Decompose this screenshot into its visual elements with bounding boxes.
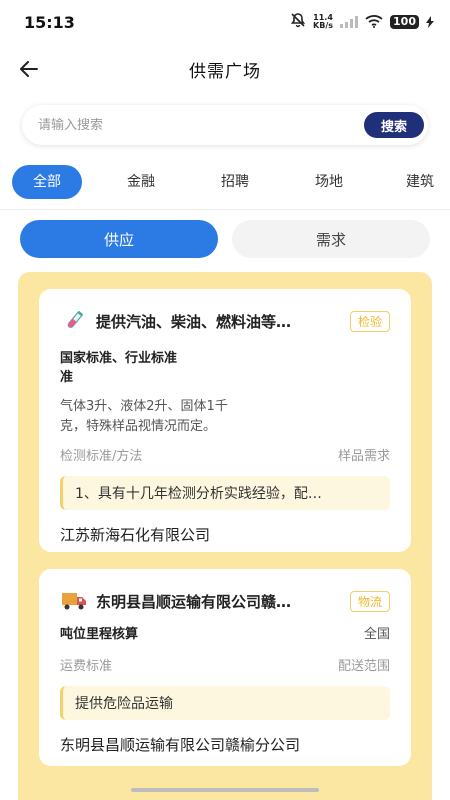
card-title: 提供汽油、柴油、燃料油等… xyxy=(96,312,292,331)
field-label: 配送范围 xyxy=(337,659,390,674)
search-bar: 搜索 xyxy=(22,105,428,145)
home-indicator[interactable] xyxy=(131,788,319,792)
range-value: 全国 xyxy=(363,627,390,642)
tab-supply[interactable]: 供应 xyxy=(20,220,218,258)
tab-venue[interactable]: 场地 xyxy=(315,165,343,199)
category-tag: 检验 xyxy=(349,310,390,332)
signal-icon xyxy=(340,13,359,32)
tab-all[interactable]: 全部 xyxy=(12,165,82,199)
charging-icon xyxy=(426,13,434,32)
search-input[interactable] xyxy=(38,117,364,133)
sample-line: 气体3升、液体2升、固体1千 xyxy=(60,399,228,414)
tab-demand[interactable]: 需求 xyxy=(232,220,430,258)
status-time: 15:13 xyxy=(24,12,75,32)
sample-value: 气体3升、液体2升、固体1千 克，特殊样品视情况而定。 xyxy=(60,397,390,437)
category-tabs: 全部 金融 招聘 场地 建筑 xyxy=(12,163,434,201)
field-label: 样品需求 xyxy=(337,449,390,464)
category-tag: 物流 xyxy=(349,590,390,612)
description-note: 1、具有十几年检测分析实践经验，配… xyxy=(60,476,390,510)
divider xyxy=(0,209,450,210)
nav-bar: 供需广场 xyxy=(0,44,450,94)
listing-card[interactable]: 东明县昌顺运输有限公司赣… 物流 吨位里程核算 全国 运费标准 配送范围 提供危… xyxy=(39,569,411,766)
search-button[interactable]: 搜索 xyxy=(364,112,424,138)
tab-construction[interactable]: 建筑 xyxy=(406,165,434,199)
sample-line: 克，特殊样品视情况而定。 xyxy=(60,419,217,434)
card-values: 吨位里程核算 全国 xyxy=(60,625,390,645)
mute-bell-icon xyxy=(290,12,306,32)
card-labels: 运费标准 配送范围 xyxy=(60,655,390,674)
net-speed: 11.4 KB/s xyxy=(313,14,333,30)
delivery-truck-icon xyxy=(60,587,88,615)
field-label: 运费标准 xyxy=(60,659,113,674)
standard-line-wrap: 准 xyxy=(60,370,74,385)
page-title: 供需广场 xyxy=(189,61,261,82)
tab-recruit[interactable]: 招聘 xyxy=(221,165,249,199)
status-icons: 11.4 KB/s 100 xyxy=(290,12,434,32)
status-bar: 15:13 11.4 KB/s 100 xyxy=(0,0,450,44)
battery-icon: 100 xyxy=(390,15,419,29)
wifi-icon xyxy=(365,13,383,32)
standard-line: 国家标准、行业标准 xyxy=(60,351,178,366)
description-text: 提供危险品运输 xyxy=(75,696,173,712)
company-name: 东明县昌顺运输有限公司赣榆分公司 xyxy=(60,736,301,754)
card-labels: 检测标准/方法 样品需求 xyxy=(60,445,390,464)
description-text: 1、具有十几年检测分析实践经验，配… xyxy=(75,486,322,502)
standard-value: 国家标准、行业标准 准 xyxy=(60,349,190,387)
back-arrow-icon[interactable] xyxy=(16,56,42,82)
net-speed-unit: KB/s xyxy=(313,21,334,30)
card-title: 东明县昌顺运输有限公司赣… xyxy=(96,592,292,611)
company-name: 江苏新海石化有限公司 xyxy=(60,526,211,544)
description-note: 提供危险品运输 xyxy=(60,686,390,720)
card-header: 提供汽油、柴油、燃料油等… 检验 xyxy=(60,307,390,335)
card-header: 东明县昌顺运输有限公司赣… 物流 xyxy=(60,587,390,615)
card-values: 国家标准、行业标准 准 xyxy=(60,349,390,387)
tab-finance[interactable]: 金融 xyxy=(127,165,155,199)
listing-card[interactable]: 提供汽油、柴油、燃料油等… 检验 国家标准、行业标准 准 气体3升、液体2升、固… xyxy=(39,289,411,552)
freight-value: 吨位里程核算 xyxy=(60,627,139,642)
field-label: 检测标准/方法 xyxy=(60,449,143,464)
test-tube-icon xyxy=(60,307,88,335)
